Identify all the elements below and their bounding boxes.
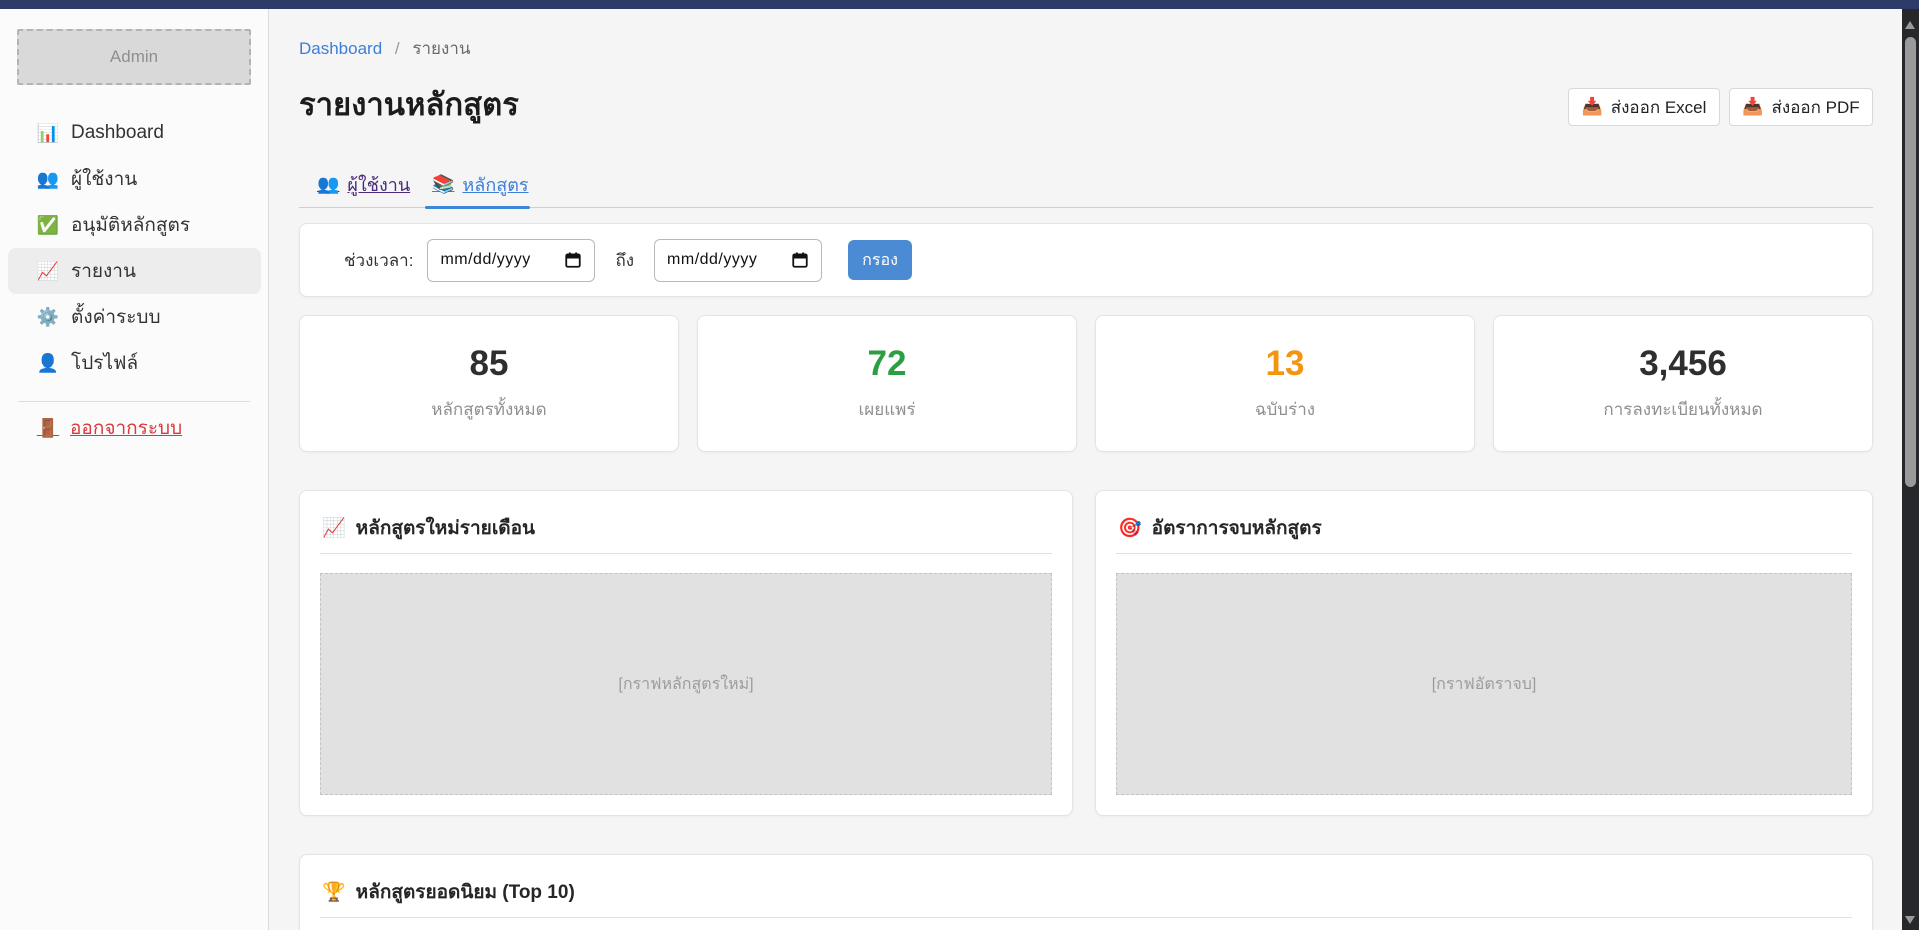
completion-rate-chart-card: 🎯 อัตราการจบหลักสูตร [กราฟอัตราจบ] [1095,490,1873,816]
stat-label: ฉบับร่าง [1255,396,1315,423]
calendar-icon[interactable] [564,251,582,269]
stat-card-total-enrollments: 3,456 การลงทะเบียนทั้งหมด [1493,315,1873,452]
profile-icon: 👤 [36,353,60,374]
sidebar-item-dashboard[interactable]: 📊 Dashboard [8,110,261,156]
stat-value-0: 85 [470,344,509,384]
stat-value-2: 13 [1266,344,1305,384]
sidebar-item-label: โปรไฟล์ [71,348,138,378]
sidebar-item-label: ผู้ใช้งาน [71,164,137,194]
placeholder-text: [กราฟหลักสูตรใหม่] [618,672,753,697]
popular-courses-card: 🏆 หลักสูตรยอดนิยม (Top 10) [299,854,1873,930]
date-range-label: ช่วงเวลา: [344,247,413,274]
stat-label: หลักสูตรทั้งหมด [431,396,546,423]
sidebar-item-users[interactable]: 👥 ผู้ใช้งาน [8,156,261,202]
users-icon: 👥 [36,169,60,190]
scrollbar-thumb[interactable] [1905,37,1916,487]
date-from-input[interactable]: mm/dd/yyyy [427,239,595,282]
filter-button[interactable]: กรอง [848,240,912,280]
chart-up-icon: 📈 [36,261,60,282]
date-to-input[interactable]: mm/dd/yyyy [654,239,822,282]
sidebar-item-course-approval[interactable]: ✅ อนุมัติหลักสูตร [8,202,261,248]
sidebar-item-profile[interactable]: 👤 โปรไฟล์ [8,340,261,386]
export-pdf-label: ส่งออก PDF [1772,94,1860,121]
breadcrumb-dashboard-link[interactable]: Dashboard [299,39,382,58]
tab-users-label: ผู้ใช้งาน [347,170,410,199]
divider [320,553,1052,554]
sidebar-item-label: ตั้งค่าระบบ [71,302,161,332]
stat-card-published: 72 เผยแพร่ [697,315,1077,452]
top-navy-bar [0,0,1919,9]
date-from-value: mm/dd/yyyy [440,251,556,269]
export-excel-label: ส่งออก Excel [1611,94,1707,121]
divider [1116,553,1852,554]
logout-link[interactable]: 🚪 ออกจากระบบ [36,413,182,443]
check-icon: ✅ [36,215,60,236]
stat-value-1: 72 [868,344,907,384]
new-courses-chart-placeholder: [กราฟหลักสูตรใหม่] [320,573,1052,795]
download-icon: 📥 [1742,97,1763,117]
completion-rate-chart-placeholder: [กราฟอัตราจบ] [1116,573,1852,795]
stat-value-3: 3,456 [1639,344,1727,384]
chart-title: อัตราการจบหลักสูตร [1152,513,1322,543]
divider [320,917,1852,918]
stat-label: การลงทะเบียนทั้งหมด [1603,396,1762,423]
line-chart-icon: 📈 [322,516,346,540]
report-page: Admin 📊 Dashboard 👥 ผู้ใช้งาน ✅ อนุมัติห… [0,0,1919,930]
sidebar-menu: 📊 Dashboard 👥 ผู้ใช้งาน ✅ อนุมัติหลักสูต… [8,110,261,386]
bar-chart-icon: 📊 [36,123,60,144]
export-pdf-button[interactable]: 📥 ส่งออก PDF [1729,88,1873,126]
tab-courses-label: หลักสูตร [462,170,528,199]
sidebar: Admin 📊 Dashboard 👥 ผู้ใช้งาน ✅ อนุมัติห… [0,9,269,930]
sidebar-divider [18,401,250,402]
tab-bar: 👥 ผู้ใช้งาน 📚 หลักสูตร [299,164,1873,208]
calendar-icon[interactable] [791,251,809,269]
scrollbar-down-arrow[interactable] [1905,916,1915,924]
placeholder-text: [กราฟอัตราจบ] [1432,672,1537,697]
tab-users[interactable]: 👥 ผู้ใช้งาน [317,170,410,199]
to-label: ถึง [615,247,634,274]
export-excel-button[interactable]: 📥 ส่งออก Excel [1568,88,1720,126]
scrollbar-up-arrow[interactable] [1905,21,1915,29]
trophy-icon: 🏆 [322,880,346,904]
brand-placeholder: Admin [17,29,251,85]
breadcrumb: Dashboard / รายงาน [299,35,470,62]
sidebar-item-settings[interactable]: ⚙️ ตั้งค่าระบบ [8,294,261,340]
new-courses-chart-card: 📈 หลักสูตรใหม่รายเดือน [กราฟหลักสูตรใหม่… [299,490,1073,816]
sidebar-item-label: อนุมัติหลักสูตร [71,210,190,240]
filter-card: ช่วงเวลา: mm/dd/yyyy ถึง mm/dd/yyyy [299,223,1873,297]
target-icon: 🎯 [1118,516,1142,540]
breadcrumb-current: รายงาน [412,39,470,58]
books-icon: 📚 [432,174,454,195]
brand-label: Admin [110,47,158,67]
vertical-scrollbar[interactable] [1902,9,1919,930]
logout-label: ออกจากระบบ [70,413,182,443]
users-icon: 👥 [317,174,339,195]
breadcrumb-separator: / [395,39,400,58]
stat-label: เผยแพร่ [858,396,915,423]
tab-courses[interactable]: 📚 หลักสูตร [432,170,529,199]
date-to-value: mm/dd/yyyy [667,251,783,269]
door-icon: 🚪 [36,418,60,439]
main-content: Dashboard / รายงาน รายงานหลักสูตร 📥 ส่งอ… [270,9,1902,930]
chart-title: หลักสูตรใหม่รายเดือน [356,513,535,543]
active-tab-underline [425,206,530,209]
gear-icon: ⚙️ [36,307,60,328]
popular-title: หลักสูตรยอดนิยม (Top 10) [356,877,575,907]
sidebar-item-label: Dashboard [71,122,164,144]
stat-card-total-courses: 85 หลักสูตรทั้งหมด [299,315,679,452]
sidebar-item-label: รายงาน [71,256,136,286]
sidebar-item-reports[interactable]: 📈 รายงาน [8,248,261,294]
page-title: รายงานหลักสูตร [299,79,519,129]
stat-card-drafts: 13 ฉบับร่าง [1095,315,1475,452]
download-icon: 📥 [1582,97,1603,117]
